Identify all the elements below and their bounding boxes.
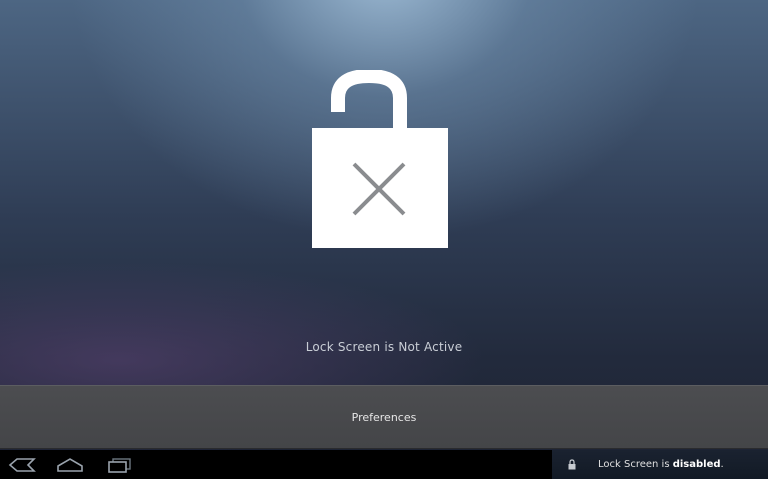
notification-text-suffix: . — [720, 459, 724, 470]
back-icon — [8, 458, 36, 472]
system-navigation-bar: Lock Screen is disabled. — [0, 450, 768, 479]
lock-screen-app: Lock Screen is Not Active Preferences Lo… — [0, 0, 768, 479]
back-button[interactable] — [6, 453, 38, 477]
home-button[interactable] — [54, 453, 86, 477]
notification-area[interactable]: Lock Screen is disabled. — [552, 450, 768, 479]
lock-status-text: Lock Screen is Not Active — [305, 340, 463, 354]
notification-text-prefix: Lock Screen is — [598, 459, 673, 470]
lock-icon — [567, 459, 577, 471]
recent-apps-button[interactable] — [104, 453, 134, 477]
unlocked-padlock-icon — [310, 68, 450, 250]
preferences-label: Preferences — [351, 410, 417, 424]
preferences-button[interactable]: Preferences — [0, 385, 768, 449]
recent-apps-icon — [108, 458, 131, 473]
notification-text: Lock Screen is disabled. — [598, 459, 724, 470]
notification-text-status: disabled — [672, 459, 721, 470]
home-icon — [57, 458, 83, 472]
